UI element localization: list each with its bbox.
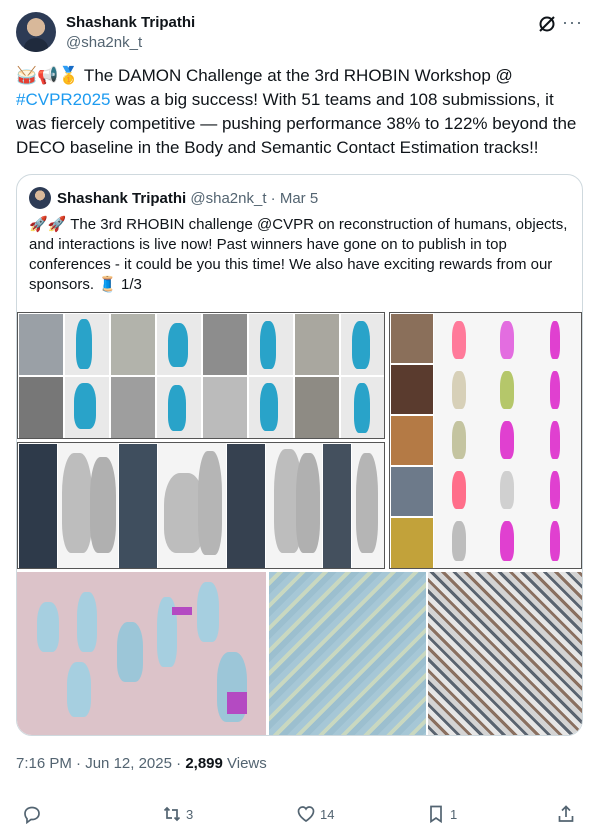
crowd-scene-real (428, 572, 582, 735)
gray-mesh-grid (17, 442, 385, 569)
repost-count: 3 (186, 806, 194, 822)
reply-icon (24, 806, 40, 824)
tweet-header: Shashank Tripathi @sha2nk_t ··· (16, 12, 583, 56)
tweet-timestamp: 7:16 PM · Jun 12, 2025 · 2,899 Views (16, 755, 267, 772)
author-avatar[interactable] (16, 12, 56, 52)
bookmark-count: 1 (450, 806, 458, 822)
quoted-tweet-text: 🚀🚀 The 3rd RHOBIN challenge @CVPR on rec… (29, 215, 574, 295)
quoted-date: Mar 5 (279, 190, 319, 207)
share-icon (558, 805, 574, 822)
synthetic-pink-scene (17, 572, 266, 735)
bookmark-icon (430, 805, 442, 824)
quoted-emoji: 🚀🚀 (29, 216, 67, 233)
repost-icon (163, 806, 181, 822)
tweet-text-part: The DAMON Challenge at the 3rd RHOBIN Wo… (79, 66, 513, 85)
quoted-author-avatar (29, 187, 51, 209)
post-time[interactable]: 7:16 PM (16, 755, 72, 772)
grok-icon[interactable] (537, 14, 557, 34)
quoted-media-collage[interactable] (17, 312, 582, 735)
author-handle[interactable]: @sha2nk_t (66, 34, 142, 51)
heart-icon (297, 806, 315, 823)
bookmark-button[interactable]: 1 (426, 802, 457, 826)
more-options-icon[interactable]: ··· (562, 12, 583, 32)
image-mesh-grid-top (17, 312, 385, 439)
views-count: 2,899 (185, 755, 223, 772)
views-label: Views (222, 755, 267, 772)
quoted-text-body: The 3rd RHOBIN challenge @CVPR on recons… (29, 216, 568, 293)
repost-button[interactable]: 3 (162, 802, 193, 826)
meta-separator: · (171, 755, 186, 772)
quoted-tweet-meta: Shashank Tripathi @sha2nk_t · Mar 5 (57, 190, 318, 207)
crowd-scene-blue (269, 572, 426, 735)
quoted-separator: · (266, 190, 280, 207)
reply-button[interactable] (22, 802, 46, 826)
like-button[interactable]: 14 (296, 802, 334, 826)
share-button[interactable] (556, 802, 580, 826)
quoted-author-handle: @sha2nk_t (190, 190, 267, 207)
like-count: 14 (320, 806, 335, 822)
tweet-emoji: 🥁📢🥇 (16, 66, 80, 85)
contact-tpose-grid (389, 312, 582, 569)
hashtag-link[interactable]: #CVPR2025 (16, 90, 111, 109)
quoted-author-name: Shashank Tripathi (57, 190, 187, 207)
author-name[interactable]: Shashank Tripathi (66, 14, 195, 31)
quoted-tweet[interactable]: Shashank Tripathi @sha2nk_t · Mar 5 🚀🚀 T… (16, 174, 583, 736)
tweet-text: 🥁📢🥇 The DAMON Challenge at the 3rd RHOBI… (16, 64, 586, 160)
tweet-actions-bar: 3 14 1 (16, 802, 583, 826)
post-date[interactable]: Jun 12, 2025 (85, 755, 172, 772)
meta-separator: · (71, 755, 86, 772)
